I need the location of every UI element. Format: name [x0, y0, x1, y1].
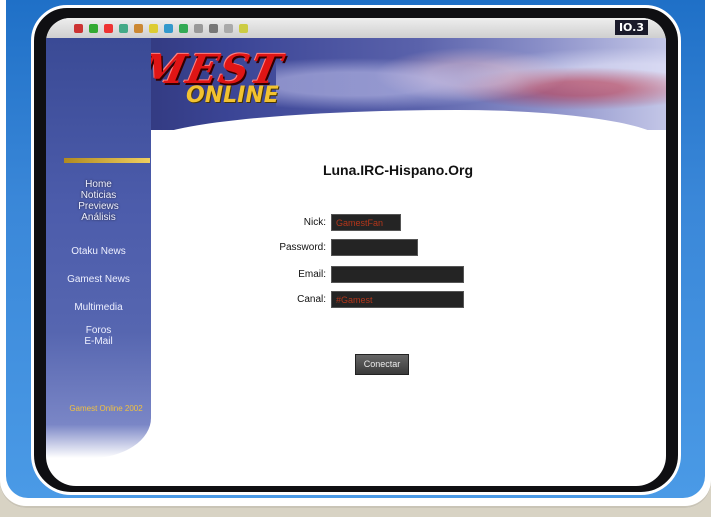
mail-icon[interactable] [194, 23, 203, 33]
nick-input[interactable]: GamestFan [331, 214, 401, 231]
monitor-screen: IO.3 GAMEST ONLINE Home Noticias Preview… [31, 5, 681, 495]
sidebar-item-analisis[interactable]: Análisis [46, 212, 151, 223]
sidebar-item-foros[interactable]: Foros [46, 325, 151, 336]
sidebar-divider [64, 158, 150, 163]
forward-icon[interactable] [89, 23, 98, 33]
email-input[interactable] [331, 266, 464, 283]
favorites-icon[interactable] [164, 23, 173, 33]
search-icon[interactable] [149, 23, 158, 33]
print-icon[interactable] [209, 23, 218, 33]
sidebar-group-multimedia: Multimedia [46, 302, 151, 313]
sidebar-item-otaku-news[interactable]: Otaku News [46, 246, 151, 257]
password-label: Password: [279, 242, 326, 253]
site-sidebar: Home Noticias Previews Análisis Otaku Ne… [46, 38, 151, 458]
connect-button[interactable]: Conectar [355, 354, 409, 375]
channel-input[interactable]: #Gamest [331, 291, 464, 308]
home-icon[interactable] [134, 23, 143, 33]
messenger-icon[interactable] [239, 23, 248, 33]
irc-login-form: Luna.IRC-Hispano.Org Nick: GamestFan Pas… [166, 148, 646, 478]
browser-viewport: IO.3 GAMEST ONLINE Home Noticias Preview… [46, 18, 666, 486]
sidebar-item-gamest-news[interactable]: Gamest News [46, 274, 151, 285]
email-label: Email: [298, 269, 326, 280]
sidebar-footer: Gamest Online 2002 [69, 404, 143, 413]
sidebar-item-previews[interactable]: Previews [46, 201, 151, 212]
site-logo-subtitle: ONLINE [186, 83, 279, 108]
sidebar-group-contact: Foros E-Mail [46, 325, 151, 347]
password-input[interactable] [331, 239, 418, 256]
back-icon[interactable] [74, 23, 83, 33]
sidebar-item-email[interactable]: E-Mail [46, 336, 151, 347]
browser-brand-logo: IO.3 [614, 20, 648, 35]
refresh-icon[interactable] [119, 23, 128, 33]
sidebar-item-noticias[interactable]: Noticias [46, 190, 151, 201]
sidebar-item-home[interactable]: Home [46, 179, 151, 190]
stop-icon[interactable] [104, 23, 113, 33]
nick-label: Nick: [303, 217, 326, 228]
sidebar-group-otaku: Otaku News [46, 246, 151, 257]
sidebar-group-gamest: Gamest News [46, 274, 151, 285]
edit-icon[interactable] [224, 23, 233, 33]
sidebar-nav-main: Home Noticias Previews Análisis [46, 179, 151, 223]
sidebar-item-multimedia[interactable]: Multimedia [46, 302, 151, 313]
history-icon[interactable] [179, 23, 188, 33]
server-title: Luna.IRC-Hispano.Org [322, 162, 474, 178]
channel-label: Canal: [297, 294, 326, 305]
browser-toolbar: IO.3 [46, 18, 666, 38]
